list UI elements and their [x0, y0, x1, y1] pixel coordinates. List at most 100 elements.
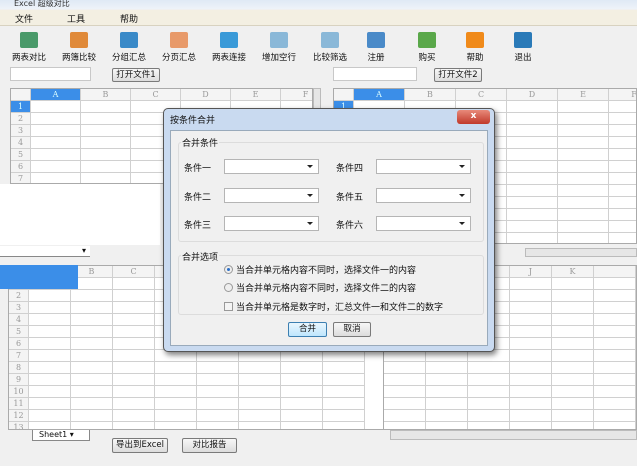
grid-cell[interactable] — [507, 101, 558, 113]
grid-cell[interactable] — [71, 350, 113, 362]
row-header[interactable]: 6 — [9, 338, 29, 350]
grid-cell[interactable] — [281, 362, 323, 374]
grid-cell[interactable] — [323, 386, 365, 398]
grid-cell[interactable] — [29, 302, 71, 314]
grid-cell[interactable] — [323, 374, 365, 386]
grid-cell[interactable] — [71, 338, 113, 350]
column-header[interactable]: A — [31, 89, 81, 101]
row-header[interactable]: 1 — [11, 101, 31, 113]
grid-cell[interactable] — [155, 398, 197, 410]
column-header[interactable]: F — [281, 89, 312, 101]
grid-cell[interactable] — [594, 302, 636, 314]
grid-cell[interactable] — [113, 338, 155, 350]
grid-cell[interactable] — [609, 161, 636, 173]
grid-cell[interactable] — [71, 410, 113, 422]
grid-cell[interactable] — [384, 374, 426, 386]
grid-cell[interactable] — [239, 362, 281, 374]
column-header[interactable]: B — [405, 89, 456, 101]
grid-cell[interactable] — [29, 398, 71, 410]
grid-cell[interactable] — [426, 362, 468, 374]
row-header[interactable]: 10 — [9, 386, 29, 398]
grid-cell[interactable] — [71, 422, 113, 429]
grid-cell[interactable] — [507, 161, 558, 173]
grid-cell[interactable] — [31, 113, 81, 125]
toolbar-button-7[interactable]: 注册 — [353, 32, 399, 63]
file2-path-input[interactable] — [333, 67, 417, 81]
column-header[interactable] — [594, 266, 636, 278]
grid-cell[interactable] — [594, 374, 636, 386]
cancel-button[interactable]: 取消 — [333, 322, 371, 337]
horizontal-scrollbar-bottom[interactable] — [390, 430, 637, 440]
export-excel-button[interactable]: 导出到Excel — [112, 438, 168, 453]
grid-cell[interactable] — [323, 410, 365, 422]
checkbox-sum-numbers[interactable] — [224, 302, 233, 311]
grid-cell[interactable] — [609, 209, 636, 221]
grid-cell[interactable] — [29, 422, 71, 429]
row-header[interactable]: 3 — [9, 302, 29, 314]
grid-cell[interactable] — [507, 125, 558, 137]
grid-cell[interactable] — [510, 278, 552, 290]
grid-cell[interactable] — [594, 278, 636, 290]
grid-cell[interactable] — [609, 149, 636, 161]
grid-cell[interactable] — [81, 113, 131, 125]
grid-cell[interactable] — [239, 374, 281, 386]
grid-cell[interactable] — [29, 314, 71, 326]
grid-cell[interactable] — [31, 149, 81, 161]
grid-cell[interactable] — [71, 386, 113, 398]
toolbar-button-8[interactable]: 购买 — [404, 32, 450, 63]
grid-cell[interactable] — [558, 173, 609, 185]
grid-cell[interactable] — [81, 101, 131, 113]
row-header[interactable]: 12 — [9, 410, 29, 422]
toolbar-button-9[interactable]: 帮助 — [452, 32, 498, 63]
grid-cell[interactable] — [31, 125, 81, 137]
grid-cell[interactable] — [384, 386, 426, 398]
grid-cell[interactable] — [468, 386, 510, 398]
grid-cell[interactable] — [31, 101, 81, 113]
grid-cell[interactable] — [552, 302, 594, 314]
grid-cell[interactable] — [281, 422, 323, 429]
condition-5-select[interactable] — [376, 188, 471, 203]
grid-cell[interactable] — [113, 398, 155, 410]
grid-cell[interactable] — [552, 350, 594, 362]
column-header[interactable]: E — [231, 89, 281, 101]
column-header[interactable]: E — [558, 89, 609, 101]
column-header[interactable]: D — [507, 89, 558, 101]
grid-cell[interactable] — [113, 386, 155, 398]
grid-cell[interactable] — [71, 290, 113, 302]
row-header[interactable]: 9 — [9, 374, 29, 386]
toolbar-button-10[interactable]: 退出 — [500, 32, 546, 63]
grid-cell[interactable] — [155, 422, 197, 429]
row-header[interactable]: 5 — [9, 326, 29, 338]
menu-tools[interactable]: 工具 — [67, 12, 85, 25]
grid-cell[interactable] — [113, 422, 155, 429]
toolbar-button-4[interactable]: 两表连接 — [206, 32, 252, 63]
grid-cell[interactable] — [113, 326, 155, 338]
column-header[interactable]: D — [181, 89, 231, 101]
grid-cell[interactable] — [609, 221, 636, 233]
grid-cell[interactable] — [384, 362, 426, 374]
row-header[interactable]: 5 — [11, 149, 31, 161]
grid-cell[interactable] — [155, 362, 197, 374]
grid-cell[interactable] — [239, 386, 281, 398]
corner-cell[interactable] — [334, 89, 354, 101]
grid-cell[interactable] — [29, 410, 71, 422]
open-file1-button[interactable]: 打开文件1 — [112, 68, 160, 82]
grid-cell[interactable] — [609, 197, 636, 209]
grid-cell[interactable] — [552, 278, 594, 290]
merge-button[interactable]: 合并 — [288, 322, 327, 337]
grid-cell[interactable] — [71, 302, 113, 314]
row-header[interactable]: 4 — [11, 137, 31, 149]
grid-cell[interactable] — [29, 386, 71, 398]
grid-cell[interactable] — [113, 278, 155, 290]
menu-help[interactable]: 帮助 — [120, 12, 138, 25]
grid-cell[interactable] — [31, 137, 81, 149]
grid-cell[interactable] — [323, 362, 365, 374]
grid-cell[interactable] — [558, 137, 609, 149]
column-header[interactable]: A — [354, 89, 405, 101]
grid-cell[interactable] — [426, 410, 468, 422]
grid-cell[interactable] — [510, 362, 552, 374]
grid-cell[interactable] — [113, 374, 155, 386]
grid-cell[interactable] — [558, 161, 609, 173]
sheet-tab-selector[interactable]: ▾ — [0, 246, 90, 257]
grid-cell[interactable] — [155, 386, 197, 398]
